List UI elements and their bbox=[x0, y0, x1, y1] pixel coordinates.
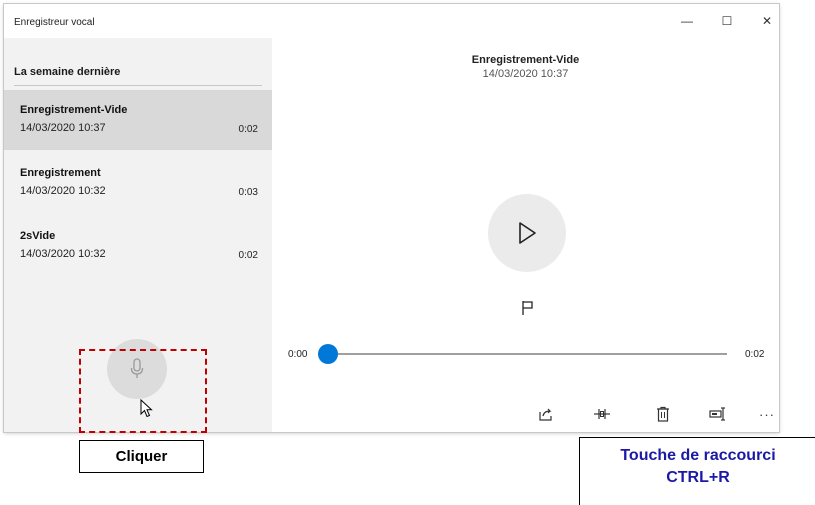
recording-item[interactable]: Enregistrement-Vide 14/03/2020 10:37 0:0… bbox=[4, 90, 272, 150]
shortcut-label: Touche de raccourci bbox=[620, 447, 776, 464]
elapsed-time: 0:00 bbox=[288, 349, 308, 360]
more-icon: ··· bbox=[759, 406, 775, 422]
maximize-icon: ☐ bbox=[721, 14, 733, 28]
recording-duration: 0:02 bbox=[238, 124, 258, 135]
recording-date: 14/03/2020 10:32 bbox=[20, 185, 106, 197]
minimize-icon: — bbox=[681, 14, 693, 28]
minimize-button[interactable]: — bbox=[667, 4, 707, 38]
trash-icon bbox=[657, 406, 669, 422]
player-pane: Enregistrement-Vide 14/03/2020 10:37 0:0… bbox=[272, 38, 779, 432]
share-icon bbox=[539, 408, 552, 421]
recording-title: Enregistrement-Vide bbox=[471, 54, 580, 66]
play-icon bbox=[519, 222, 536, 244]
close-button[interactable]: ✕ bbox=[747, 4, 787, 38]
rename-button[interactable] bbox=[706, 402, 730, 426]
more-options-button[interactable]: ··· bbox=[755, 402, 779, 426]
total-duration: 0:02 bbox=[745, 349, 765, 360]
recording-name: 2sVide bbox=[20, 230, 56, 242]
trim-icon bbox=[594, 409, 610, 419]
record-button-highlight bbox=[79, 349, 207, 433]
seek-thumb[interactable] bbox=[318, 344, 338, 364]
rename-icon bbox=[709, 407, 725, 421]
recording-name: Enregistrement-Vide bbox=[20, 104, 128, 116]
title-bar: Enregistreur vocal — ☐ ✕ bbox=[4, 4, 779, 38]
recording-timestamp: 14/03/2020 10:37 bbox=[482, 68, 569, 80]
app-title: Enregistreur vocal bbox=[14, 17, 95, 28]
shortcut-keys: CTRL+R bbox=[666, 469, 730, 486]
recording-item[interactable]: 2sVide 14/03/2020 10:32 0:02 bbox=[4, 216, 272, 276]
recording-duration: 0:02 bbox=[238, 250, 258, 261]
close-icon: ✕ bbox=[761, 14, 773, 28]
section-header: La semaine dernière bbox=[14, 66, 121, 78]
recording-duration: 0:03 bbox=[238, 187, 258, 198]
seek-bar[interactable] bbox=[327, 353, 727, 355]
shortcut-callout: Touche de raccourci CTRL+R bbox=[579, 437, 815, 505]
recording-date: 14/03/2020 10:37 bbox=[20, 122, 106, 134]
trim-button[interactable] bbox=[590, 402, 614, 426]
share-button[interactable] bbox=[534, 402, 558, 426]
click-callout: Cliquer bbox=[79, 440, 204, 473]
recording-date: 14/03/2020 10:32 bbox=[20, 248, 106, 260]
recording-item[interactable]: Enregistrement 14/03/2020 10:32 0:03 bbox=[4, 153, 272, 213]
maximize-button[interactable]: ☐ bbox=[707, 4, 747, 38]
flag-icon[interactable] bbox=[521, 300, 535, 316]
recording-name: Enregistrement bbox=[20, 167, 101, 179]
section-divider bbox=[14, 85, 262, 86]
delete-button[interactable] bbox=[651, 402, 675, 426]
play-button[interactable] bbox=[488, 194, 566, 272]
